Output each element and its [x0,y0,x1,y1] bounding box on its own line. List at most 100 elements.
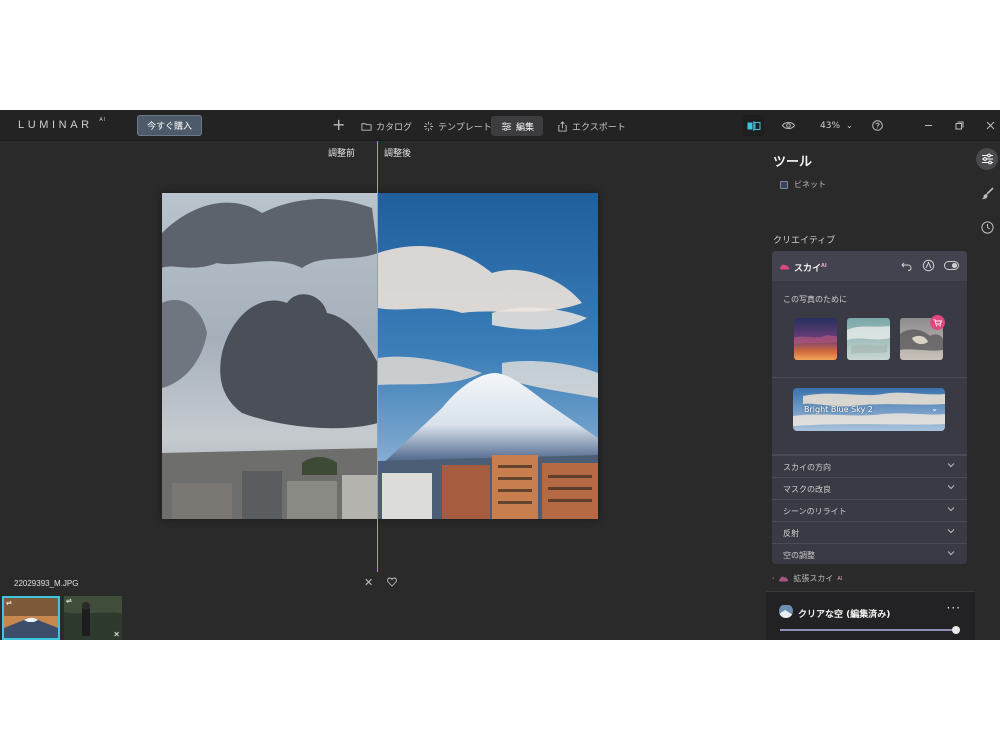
before-after-split-handle[interactable] [377,141,378,572]
split-view-icon [747,120,760,131]
tab-templates-label: テンプレート [438,122,492,133]
accordion-label: シーンのリライト [783,507,847,516]
selected-sky-name: Bright Blue Sky 2 [804,405,873,414]
sky-selection-dropdown[interactable]: Bright Blue Sky 2 ⌄ [793,388,945,431]
sliders-icon [981,153,993,165]
tool-vignette[interactable]: ビネット [780,179,826,190]
clock-icon [980,220,994,234]
history-tab-button[interactable] [976,216,998,238]
folder-icon [361,122,372,131]
thumb-image [4,598,58,638]
photo-canvas[interactable] [162,193,598,519]
preset-avatar [779,604,793,618]
edited-badge-icon: ⇌ [6,599,12,607]
add-photos-button[interactable]: + [332,116,345,134]
chevron-down-icon: ⌄ [846,121,853,130]
tab-export-label: エクスポート [572,122,626,133]
eye-icon [782,122,795,129]
help-button[interactable] [871,117,884,134]
sky-ai-title: スカイAI [794,261,827,274]
preview-button[interactable] [780,117,797,134]
photo-image [162,193,598,519]
collapse-arrow-icon: ‹ [772,575,775,582]
help-icon [872,120,883,131]
brush-tab-button[interactable] [976,182,998,204]
tab-templates[interactable]: テンプレート [423,116,492,136]
tab-catalog[interactable]: カタログ [361,116,412,136]
thumb-close-icon[interactable]: ✕ [113,630,120,639]
sky-ai-tool: スカイAI この写真のために Bright Blue Sky 2 ⌄ スカイの方… [772,251,967,564]
cart-glyph [933,318,942,326]
luminar-window: LUMINAR AI 今すぐ購入 + カタログ テンプレート 編集 エクスポート… [0,110,1000,640]
chevron-down-icon [947,507,955,512]
top-bar: LUMINAR AI 今すぐ購入 + カタログ テンプレート 編集 エクスポート… [0,110,1000,141]
zoom-control[interactable]: 43% ⌄ [820,117,853,134]
slider-fill [780,629,956,631]
close-icon [986,121,994,130]
minimize-icon [924,125,932,126]
extended-sky-label: 拡張スカイ [793,574,834,583]
sky-ai-name: スカイ [794,264,822,274]
accordion-label: 反射 [783,529,799,538]
tools-panel: ツール ビネット クリエイティブ スカイAI この写真のために Bright B… [766,141,975,640]
restore-icon [955,121,963,130]
reject-button[interactable]: ✕ [364,576,373,589]
before-label: 調整前 [328,149,356,159]
sky-option-1-image [794,318,837,360]
sky-option-2[interactable] [847,318,890,360]
sparkle-icon [423,121,434,131]
cloud-icon-2 [779,576,789,582]
chevron-down-icon [947,529,955,534]
section-creative: クリエイティブ [773,236,836,246]
accordion-row[interactable]: マスクの改良 [772,477,967,499]
for-this-photo-label: この写真のために [783,295,847,304]
vignette-checkbox[interactable] [780,180,788,189]
after-label: 調整後 [384,149,412,159]
sky-option-1[interactable] [794,318,837,360]
accordion-label: スカイの方向 [783,463,831,472]
file-name: 22029393_M.JPG [14,579,79,588]
sliders-icon [501,121,512,131]
accordion-row[interactable]: 反射 [772,521,967,543]
cart-icon[interactable] [930,315,945,330]
sky-option-2-image [847,318,890,360]
heart-icon[interactable] [387,577,397,587]
preset-thumb [779,605,793,618]
compare-button[interactable] [743,115,764,136]
filmstrip-thumb[interactable]: ⇌ ✕ [64,596,122,640]
chevron-down-icon [947,551,955,556]
buy-now-button[interactable]: 今すぐ購入 [137,115,202,136]
logo-text: LUMINAR [18,119,93,131]
preset-bar: クリアな空 (編集済み) ··· [766,591,975,640]
accordion-row[interactable]: 空の調整 [772,543,967,564]
edited-badge-icon-2: ⇌ [66,597,72,605]
accordion-row[interactable]: シーンのリライト [772,499,967,521]
chevron-down-icon [947,485,955,490]
cloud-icon [780,264,790,270]
chevron-down-icon: ⌄ [931,404,938,413]
export-icon [558,120,567,132]
tab-catalog-label: カタログ [376,122,413,133]
preset-amount-slider[interactable] [780,626,960,634]
slider-knob[interactable] [952,626,960,634]
toggle-visibility-icon[interactable] [944,259,959,272]
tab-edit[interactable]: 編集 [491,116,544,136]
mask-icon[interactable] [922,259,935,272]
sky-ai-header[interactable]: スカイAI [772,251,967,281]
tools-tab-button[interactable] [976,148,998,170]
accordion-label: 空の調整 [783,551,815,560]
logo-suffix: AI [99,117,107,124]
tab-export[interactable]: エクスポート [557,116,626,136]
app-logo: LUMINAR AI [18,117,107,131]
sky-ai-suffix: AI [821,263,827,269]
close-window-button[interactable] [984,117,996,134]
filmstrip-thumb-selected[interactable]: ⇌ [2,596,60,640]
more-options-icon[interactable]: ··· [947,601,961,615]
accordion-row[interactable]: スカイの方向 [772,455,967,477]
zoom-value: 43% [820,120,841,131]
minimize-button[interactable] [922,117,934,134]
vignette-label: ビネット [794,180,826,189]
undo-icon[interactable] [900,259,913,272]
tool-extended-sky[interactable]: ‹ 拡張スカイ AI [772,573,842,584]
restore-button[interactable] [953,117,965,134]
